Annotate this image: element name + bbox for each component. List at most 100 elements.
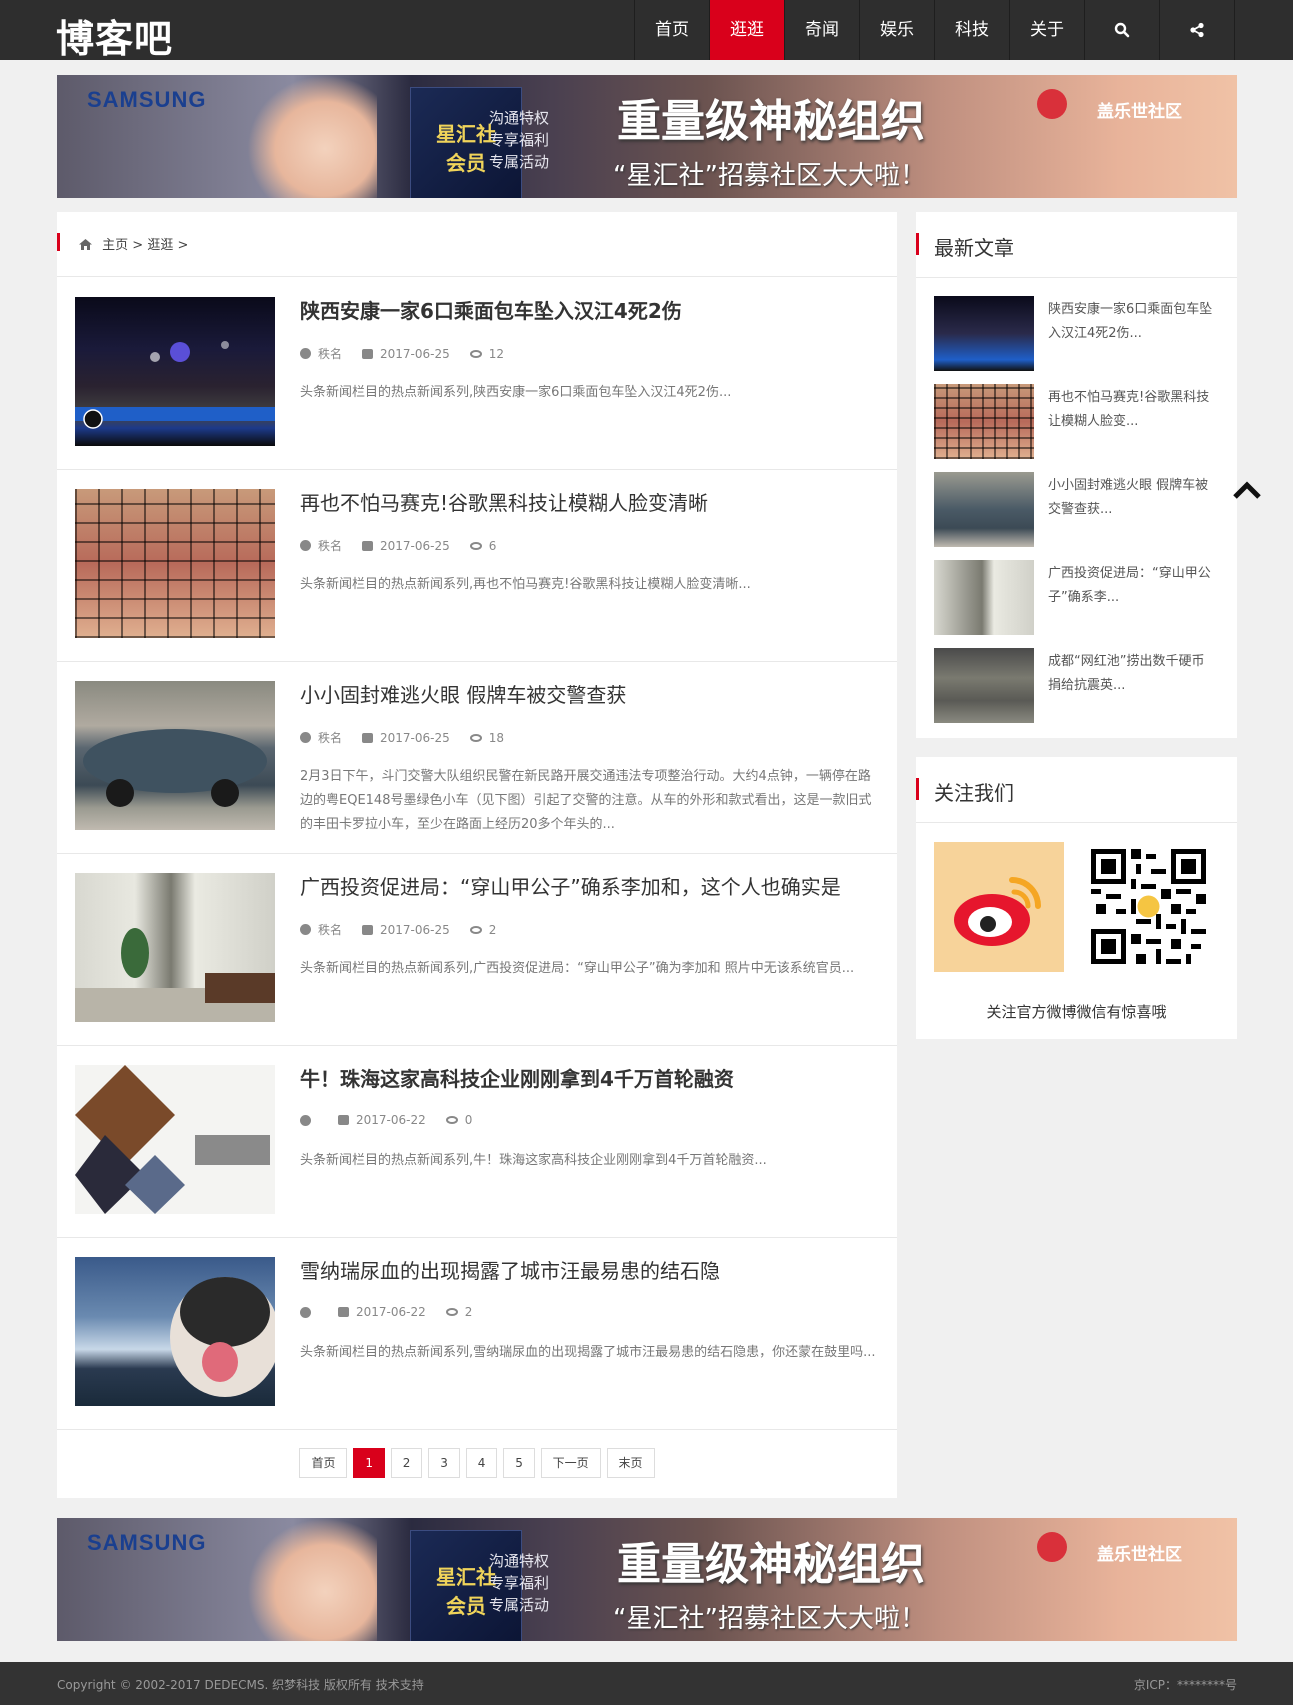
breadcrumb-home-link[interactable]: 主页	[102, 238, 128, 253]
latest-thumbnail[interactable]	[934, 472, 1034, 547]
article-thumbnail[interactable]	[75, 873, 275, 1022]
breadcrumb-separator: >	[177, 238, 189, 253]
banner-headline: 重量级神秘组织	[617, 1539, 925, 1590]
banner-community-icon	[1037, 89, 1067, 119]
share-icon[interactable]	[1160, 0, 1235, 60]
article-views: 18	[488, 730, 505, 745]
article-title[interactable]: 小小固封难逃火眼 假牌车被交警查获	[300, 679, 880, 708]
eye-icon	[469, 733, 482, 742]
top-ad-banner[interactable]: SAMSUNG 星汇社 会员 沟通特权 专享福利 专属活动 重量级神秘组织 “星…	[57, 75, 1237, 198]
eye-icon	[469, 349, 482, 358]
pager-next[interactable]: 下一页	[540, 1448, 601, 1478]
user-icon	[300, 1306, 311, 1318]
eye-icon	[445, 1116, 458, 1124]
calendar-icon	[362, 540, 374, 551]
pager-last[interactable]: 末页	[606, 1448, 655, 1478]
article-thumbnail[interactable]	[75, 1257, 275, 1406]
article-thumbnail[interactable]	[75, 681, 275, 830]
banner-hand-image	[247, 75, 377, 198]
pager-first[interactable]: 首页	[299, 1448, 348, 1478]
banner-subline: “星汇社”招募社区大大啦！	[613, 1604, 926, 1634]
user-icon	[300, 924, 311, 935]
latest-thumbnail[interactable]	[934, 648, 1034, 723]
latest-title[interactable]: 陕西安康一家6口乘面包车坠入汉江4死2伤...	[1048, 298, 1218, 346]
article-views: 6	[488, 538, 497, 553]
article-thumbnail[interactable]	[75, 297, 275, 446]
article-views: 0	[464, 1113, 473, 1127]
latest-item[interactable]: 陕西安康一家6口乘面包车坠入汉江4死2伤...	[934, 296, 1224, 372]
site-logo[interactable]: 博客吧	[56, 8, 173, 63]
user-icon	[300, 540, 311, 551]
nav-item-about[interactable]: 关于	[1010, 0, 1085, 60]
article-meta: 秩名 2017-06-25 12	[300, 345, 524, 362]
latest-item[interactable]: 小小固封难逃火眼 假牌车被交警查获...	[934, 472, 1224, 548]
nav-item-odd-news[interactable]: 奇闻	[785, 0, 860, 60]
banner-samsung-logo: SAMSUNG	[87, 1530, 207, 1555]
article-item[interactable]: 陕西安康一家6口乘面包车坠入汉江4死2伤 秩名 2017-06-25 12 头条…	[57, 277, 897, 470]
main-nav: 首页 逛逛 奇闻 娱乐 科技 关于	[634, 0, 1235, 60]
pager-page-2[interactable]: 2	[390, 1448, 423, 1478]
bottom-ad-banner[interactable]: SAMSUNG 星汇社 会员 沟通特权 专享福利 专属活动 重量级神秘组织 “星…	[57, 1518, 1237, 1641]
article-author: 秩名	[318, 731, 343, 745]
weibo-icon[interactable]	[934, 842, 1064, 972]
nav-item-tech[interactable]: 科技	[935, 0, 1010, 60]
banner-side-line1: 沟通特权	[489, 1552, 550, 1570]
article-title[interactable]: 牛！珠海这家高科技企业刚刚拿到4千万首轮融资	[300, 1063, 880, 1092]
article-meta: 2017-06-22 2	[300, 1305, 492, 1319]
search-icon[interactable]	[1085, 0, 1160, 60]
eye-icon	[469, 541, 482, 550]
latest-thumbnail[interactable]	[934, 560, 1034, 635]
article-thumbnail[interactable]	[75, 1065, 275, 1214]
nav-item-browse[interactable]: 逛逛	[710, 0, 785, 60]
user-icon	[300, 1114, 311, 1126]
article-title[interactable]: 陕西安康一家6口乘面包车坠入汉江4死2伤	[300, 295, 880, 324]
widget-accent-bar	[916, 778, 919, 800]
article-list-panel: 主页 > 逛逛 > 陕西安康一家6口乘面包车坠入汉江4死2伤 秩名 2017-0…	[57, 212, 897, 1498]
eye-icon	[445, 1308, 458, 1316]
latest-title[interactable]: 广西投资促进局：“穿山甲公子”确系李...	[1048, 562, 1218, 610]
page-footer: Copyright © 2002-2017 DEDECMS. 织梦科技 版权所有…	[0, 1662, 1293, 1705]
article-thumbnail[interactable]	[75, 489, 275, 638]
latest-item[interactable]: 成都“网红池”捞出数千硬币 捐给抗震英...	[934, 648, 1224, 724]
article-item[interactable]: 广西投资促进局：“穿山甲公子”确系李加和，这个人也确实是 秩名 2017-06-…	[57, 853, 897, 1046]
article-item[interactable]: 雪纳瑞尿血的出现揭露了城市汪最易患的结石隐 2017-06-22 2 头条新闻栏…	[57, 1237, 897, 1430]
latest-item[interactable]: 再也不怕马赛克!谷歌黑科技让模糊人脸变...	[934, 384, 1224, 460]
article-summary: 2月3日下午，斗门交警大队组织民警在新民路开展交通违法专项整治行动。大约4点钟，…	[300, 769, 872, 832]
pager-page-1[interactable]: 1	[353, 1448, 385, 1478]
article-meta: 秩名 2017-06-25 18	[300, 729, 524, 746]
article-item[interactable]: 小小固封难逃火眼 假牌车被交警查获 秩名 2017-06-25 18 2月3日下…	[57, 661, 897, 854]
banner-side-text: 沟通特权 专享福利 专属活动	[489, 107, 549, 173]
pager-page-3[interactable]: 3	[428, 1448, 460, 1478]
article-title[interactable]: 广西投资促进局：“穿山甲公子”确系李加和，这个人也确实是	[300, 871, 880, 900]
breadcrumb-text: 主页 > 逛逛 >	[79, 234, 188, 253]
nav-item-entertainment[interactable]: 娱乐	[860, 0, 935, 60]
nav-item-home[interactable]: 首页	[635, 0, 710, 60]
article-title[interactable]: 雪纳瑞尿血的出现揭露了城市汪最易患的结石隐	[300, 1255, 880, 1284]
latest-title[interactable]: 成都“网红池”捞出数千硬币 捐给抗震英...	[1048, 650, 1218, 698]
breadcrumb: 主页 > 逛逛 >	[57, 212, 897, 277]
user-icon	[300, 732, 311, 743]
pager-page-5[interactable]: 5	[503, 1448, 535, 1478]
latest-title[interactable]: 小小固封难逃火眼 假牌车被交警查获...	[1048, 474, 1218, 522]
article-title[interactable]: 再也不怕马赛克!谷歌黑科技让模糊人脸变清晰	[300, 487, 880, 516]
back-to-top-icon[interactable]	[1232, 480, 1262, 500]
latest-thumbnail[interactable]	[934, 296, 1034, 371]
article-author: 秩名	[318, 923, 343, 937]
latest-articles-widget: 最新文章 陕西安康一家6口乘面包车坠入汉江4死2伤... 再也不怕马赛克!谷歌黑…	[916, 212, 1237, 738]
breadcrumb-accent-bar	[57, 233, 60, 251]
article-summary: 头条新闻栏目的热点新闻系列,广西投资促进局：“穿山甲公子”确为李加和 照片中无该…	[300, 961, 855, 976]
latest-item[interactable]: 广西投资促进局：“穿山甲公子”确系李...	[934, 560, 1224, 636]
article-item[interactable]: 牛！珠海这家高科技企业刚刚拿到4千万首轮融资 2017-06-22 0 头条新闻…	[57, 1045, 897, 1238]
banner-community-name: 盖乐世社区	[1097, 1545, 1182, 1565]
article-item[interactable]: 再也不怕马赛克!谷歌黑科技让模糊人脸变清晰 秩名 2017-06-25 6 头条…	[57, 469, 897, 662]
pager-page-4[interactable]: 4	[465, 1448, 498, 1478]
eye-icon	[469, 925, 482, 934]
wechat-qr-code	[1091, 849, 1206, 964]
follow-us-widget: 关注我们 关注官方微博微信有惊喜哦	[916, 757, 1237, 1039]
widget-title: 关注我们	[934, 781, 1014, 805]
breadcrumb-current-link[interactable]: 逛逛	[147, 238, 173, 253]
article-date: 2017-06-25	[380, 346, 450, 361]
latest-title[interactable]: 再也不怕马赛克!谷歌黑科技让模糊人脸变...	[1048, 386, 1218, 434]
banner-side-line2: 专享福利	[489, 131, 550, 149]
latest-thumbnail[interactable]	[934, 384, 1034, 459]
